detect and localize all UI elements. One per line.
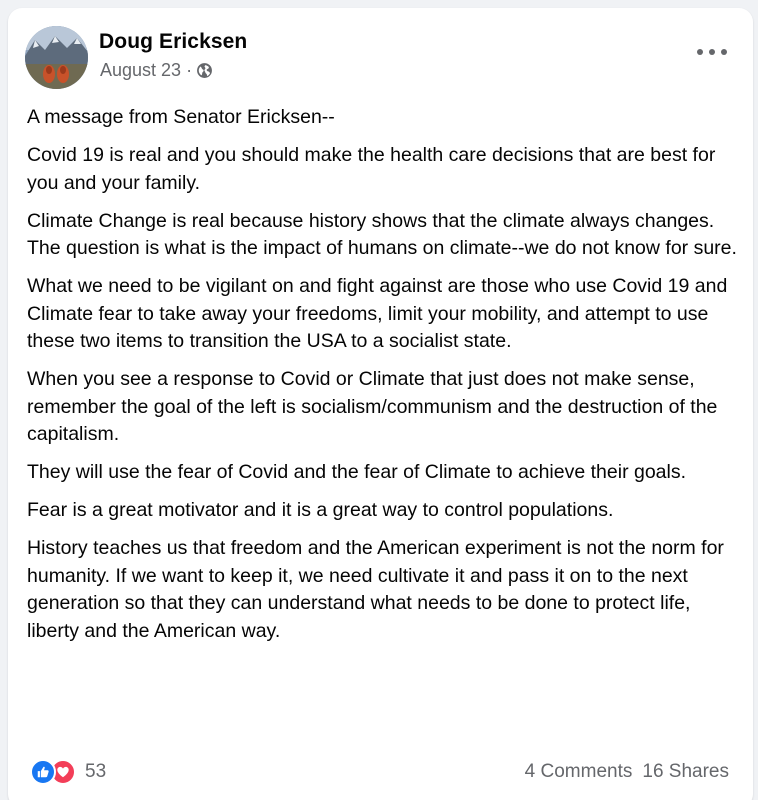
post-paragraph: When you see a response to Covid or Clim… (27, 368, 718, 445)
post-paragraph: What we need to be vigilant on and fight… (27, 275, 728, 352)
post-paragraph: Covid 19 is real and you should make the… (27, 144, 716, 194)
comments-count[interactable]: 4 Comments (525, 761, 633, 783)
post-header: Doug Ericksen August 23 · (8, 8, 753, 98)
shares-count[interactable]: 16 Shares (642, 761, 729, 783)
avatar[interactable] (25, 26, 88, 89)
meta-separator: · (186, 59, 193, 80)
more-dot (709, 49, 715, 55)
author-name[interactable]: Doug Ericksen (99, 30, 247, 54)
post-body: A message from Senator Ericksen-- Covid … (27, 104, 739, 656)
post-paragraph: They will use the fear of Covid and the … (27, 461, 687, 483)
engagement-summary: 4 Comments 16 Shares (525, 756, 729, 788)
post-footer: 53 4 Comments 16 Shares (8, 756, 753, 788)
post-paragraph: Fear is a great motivator and it is a gr… (27, 499, 614, 521)
more-dot (721, 49, 727, 55)
reaction-count[interactable]: 53 (85, 761, 106, 783)
post-paragraph: Climate Change is real because history s… (27, 209, 737, 260)
post-paragraph: A message from Senator Ericksen-- (27, 106, 335, 128)
more-options-icon[interactable] (697, 44, 727, 60)
post-paragraph: History teaches us that freedom and the … (27, 537, 724, 642)
like-icon (30, 759, 56, 785)
more-dot (697, 49, 703, 55)
reactions-summary[interactable]: 53 (30, 756, 106, 788)
globe-icon[interactable] (196, 62, 213, 79)
post-meta: August 23 · (100, 59, 213, 81)
post-card: Doug Ericksen August 23 · A message from… (8, 8, 753, 800)
post-date[interactable]: August 23 (100, 60, 181, 81)
